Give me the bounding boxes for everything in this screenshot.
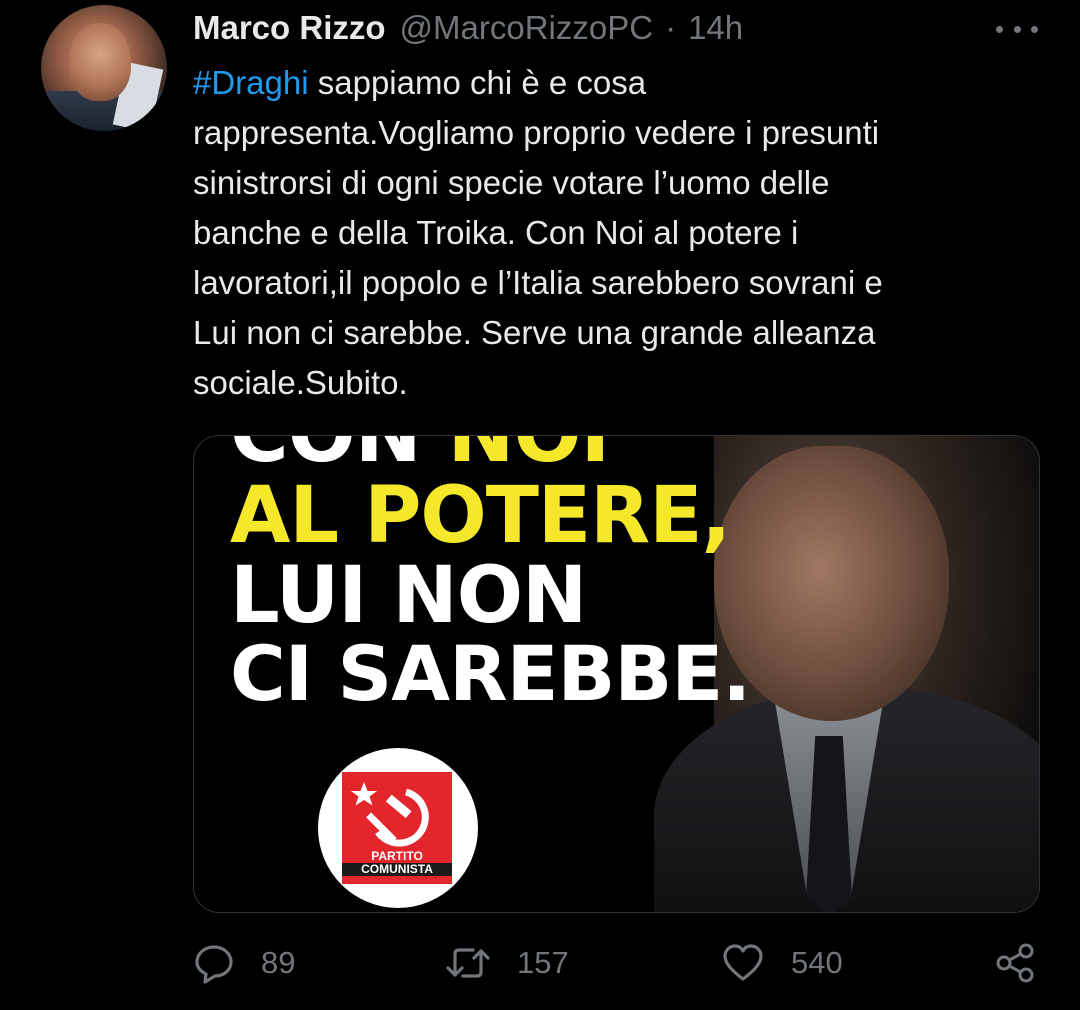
tweet-text-line: Lui non ci sarebbe. Serve una grande all… [193, 314, 876, 351]
reply-button[interactable]: 89 [193, 938, 295, 988]
more-dot [1031, 25, 1038, 33]
party-logo: PARTITO COMUNISTA [318, 748, 478, 908]
retweet-count: 157 [517, 945, 569, 980]
separator-dot: · [665, 9, 677, 46]
hashtag-link[interactable]: #Draghi [193, 64, 309, 101]
tweet-timestamp[interactable]: 14h [688, 9, 743, 47]
heart-icon [723, 944, 763, 981]
tweet-text: #Draghi sappiamo chi è e cosa rappresent… [193, 58, 1023, 408]
speech-bubble-icon [195, 945, 233, 984]
logo-text-comunista: COMUNISTA [342, 863, 452, 876]
tweet-media-image[interactable]: CON NOI AL POTERE, LUI NON CI SAREBBE. P… [193, 435, 1040, 913]
avatar-face [69, 23, 131, 101]
retweet-arrows-icon [446, 948, 490, 978]
slogan-line-4: CI SAREBBE. [230, 629, 751, 718]
like-button[interactable]: 540 [721, 938, 843, 988]
logo-caption: PARTITO COMUNISTA [342, 850, 452, 876]
tweet-header: Marco Rizzo @MarcoRizzoPC · 14h [193, 8, 743, 48]
share-button[interactable] [993, 938, 1063, 988]
more-dot [1013, 25, 1021, 33]
more-dot [996, 25, 1003, 33]
tweet[interactable]: Marco Rizzo @MarcoRizzoPC · 14h #Draghi … [0, 0, 1080, 1010]
like-count: 540 [791, 945, 843, 980]
tweet-text-line: rappresenta.Vogliamo proprio vedere i pr… [193, 114, 880, 151]
avatar[interactable] [41, 5, 167, 131]
slogan-line-3: LUI NON [230, 551, 587, 641]
tweet-text-line: lavoratori,il popolo e l’Italia sarebber… [193, 264, 883, 301]
tweet-text-line: sinistrorsi di ogni specie votare l’uomo… [193, 164, 830, 201]
tweet-text-line: banche e della Troika. Con Noi al potere… [193, 214, 799, 251]
tweet-text-line: sociale.Subito. [193, 364, 408, 401]
author-handle[interactable]: @MarcoRizzoPC [400, 9, 654, 47]
share-icon [996, 943, 1034, 983]
hammer-sickle-icon [351, 782, 429, 847]
author-name[interactable]: Marco Rizzo [193, 9, 386, 47]
retweet-button[interactable]: 157 [445, 938, 569, 988]
slogan-line-2: AL POTERE, [230, 471, 731, 561]
tweet-text-line: sappiamo chi è e cosa [308, 64, 647, 101]
slogan-line-1: CON NOI [230, 436, 610, 474]
reply-count: 89 [261, 945, 296, 980]
more-dots-icon[interactable] [996, 14, 1038, 44]
tweet-actions-bar: 89 157 540 [193, 938, 1040, 988]
portrait-photo [654, 436, 1039, 912]
